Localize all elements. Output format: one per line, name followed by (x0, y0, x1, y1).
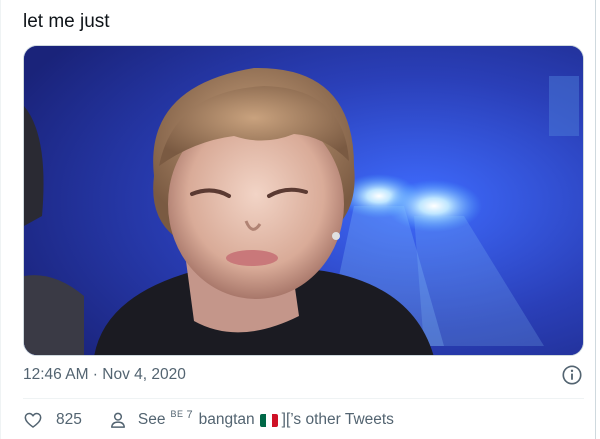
see-other-tweets-link[interactable]: See BE 7 bangtan ][’s other Tweets (108, 409, 394, 430)
see-suffix: ][’s other Tweets (281, 411, 394, 428)
divider (23, 398, 584, 399)
see-prefix: See (137, 411, 166, 428)
tweet-text: let me just (23, 11, 110, 32)
person-icon (110, 412, 125, 428)
tweet-actions: 825 See BE 7 bangtan ][’s other Tweets (23, 408, 394, 432)
account-name: bangtan (198, 411, 255, 428)
name-superscript: BE (170, 409, 184, 419)
see-other-tweets-label: See BE 7 bangtan ][’s other Tweets (137, 409, 394, 429)
tweet-video[interactable] (23, 45, 584, 356)
video-frame-image (24, 46, 583, 355)
name-seven: 7 (186, 409, 193, 421)
like-count: 825 (56, 411, 82, 428)
like-button[interactable]: 825 (23, 410, 82, 430)
mexico-flag-icon (259, 413, 278, 427)
info-icon[interactable] (561, 364, 583, 386)
heart-icon (24, 412, 42, 428)
tweet-timestamp[interactable]: 12:46 AM · Nov 4, 2020 (23, 366, 186, 384)
tweet-card: let me just 12:46 AM · Nov 4, 2020 825 S… (0, 0, 596, 439)
